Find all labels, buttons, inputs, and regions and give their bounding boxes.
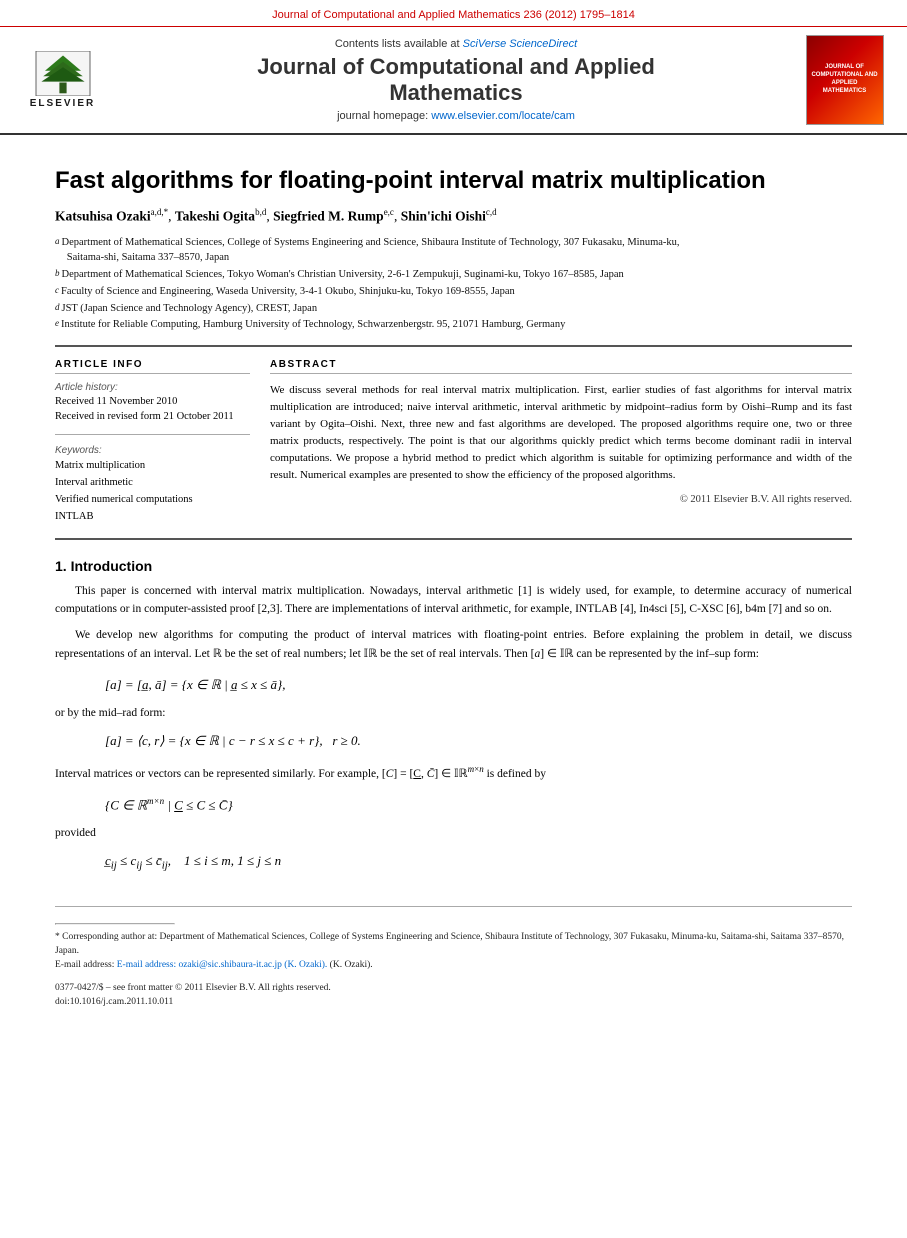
article-info-label: ARTICLE INFO	[55, 359, 250, 374]
authors-line: Katsuhisa Ozakia,d,*, Takeshi Ogitab,d, …	[55, 206, 852, 227]
copyright-line: © 2011 Elsevier B.V. All rights reserved…	[270, 494, 852, 505]
elsevier-logo: ELSEVIER	[20, 45, 105, 115]
abstract-label: ABSTRACT	[270, 359, 852, 374]
journal-title-section: Contents lists available at SciVerse Sci…	[120, 35, 792, 125]
footnote-star: * Corresponding author at: Department of…	[55, 930, 852, 959]
sciverse-link[interactable]: SciVerse ScienceDirect	[463, 38, 578, 50]
cover-text: JOURNAL OFCOMPUTATIONAL ANDAPPLIEDMATHEM…	[811, 64, 877, 95]
footer-section: * Corresponding author at: Department of…	[55, 906, 852, 1009]
intro-para1: This paper is concerned with interval ma…	[55, 582, 852, 619]
intro-para2: We develop new algorithms for computing …	[55, 626, 852, 663]
author-1: Katsuhisa Ozaki	[55, 208, 151, 223]
keywords-label: Keywords:	[55, 445, 250, 456]
elsevier-wordmark: ELSEVIER	[30, 98, 95, 109]
intro-heading: 1. Introduction	[55, 558, 852, 574]
homepage-link[interactable]: www.elsevier.com/locate/cam	[431, 110, 575, 122]
math-midrad: [a] = ⟨c, r⟩ = {x ∈ ℝ | c − r ≤ x ≤ c + …	[105, 729, 852, 752]
author-4: Shin'ichi Oishi	[401, 208, 486, 223]
keyword-2: Interval arithmetic	[55, 475, 250, 492]
cover-image-section: JOURNAL OFCOMPUTATIONAL ANDAPPLIEDMATHEM…	[802, 35, 887, 125]
author-2: Takeshi Ogita	[175, 208, 255, 223]
affil-e: e Institute for Reliable Computing, Hamb…	[55, 317, 852, 333]
top-bar: Journal of Computational and Applied Mat…	[0, 0, 907, 27]
affil-c: c Faculty of Science and Engineering, Wa…	[55, 284, 852, 300]
journal-header: ELSEVIER Contents lists available at Sci…	[0, 27, 907, 135]
main-content: Fast algorithms for floating-point inter…	[0, 135, 907, 1029]
main-separator	[55, 345, 852, 347]
provided-line: provided	[55, 827, 852, 839]
footnote-separator	[55, 923, 175, 925]
or-line: or by the mid–rad form:	[55, 707, 852, 719]
abstract-text: We discuss several methods for real inte…	[270, 382, 852, 484]
article-title: Fast algorithms for floating-point inter…	[55, 167, 852, 196]
author-3: Siegfried M. Rump	[273, 208, 384, 223]
contents-text: Contents lists available at	[335, 38, 463, 50]
tree-icon	[33, 51, 93, 96]
email-link[interactable]: E-mail address: ozaki@sic.shibaura-it.ac…	[117, 960, 328, 970]
keyword-1: Matrix multiplication	[55, 458, 250, 475]
keyword-4: INTLAB	[55, 509, 250, 526]
article-info-col: ARTICLE INFO Article history: Received 1…	[55, 359, 250, 526]
journal-citation: Journal of Computational and Applied Mat…	[272, 9, 635, 21]
sciverse-line: Contents lists available at SciVerse Sci…	[335, 38, 577, 50]
journal-homepage: journal homepage: www.elsevier.com/locat…	[337, 110, 575, 122]
affil-b: b Department of Mathematical Sciences, T…	[55, 267, 852, 283]
info-abstract-section: ARTICLE INFO Article history: Received 1…	[55, 359, 852, 526]
intro-para3: Interval matrices or vectors can be repr…	[55, 762, 852, 783]
keyword-3: Verified numerical computations	[55, 492, 250, 509]
footnote-issn: 0377-0427/$ – see front matter © 2011 El…	[55, 981, 852, 995]
received-1: Received 11 November 2010 Received in re…	[55, 395, 250, 424]
affil-a: a Department of Mathematical Sciences, C…	[55, 235, 852, 267]
info-separator	[55, 434, 250, 435]
math-element: c̲ij ≤ cij ≤ c̄ij, 1 ≤ i ≤ m, 1 ≤ j ≤ n	[105, 849, 852, 876]
affiliations: a Department of Mathematical Sciences, C…	[55, 235, 852, 334]
affil-d: d JST (Japan Science and Technology Agen…	[55, 301, 852, 317]
journal-title: Journal of Computational and Applied Mat…	[257, 54, 655, 107]
journal-cover: JOURNAL OFCOMPUTATIONAL ANDAPPLIEDMATHEM…	[806, 35, 884, 125]
footnote-doi: doi:10.1016/j.cam.2011.10.011	[55, 995, 852, 1009]
footnote-email: E-mail address: E-mail address: ozaki@si…	[55, 958, 852, 972]
math-infsup: [a] = [a̲, ā] = {x ∈ ℝ | a̲ ≤ x ≤ ā},	[105, 673, 852, 696]
body-separator	[55, 538, 852, 540]
logo-section: ELSEVIER	[20, 35, 110, 125]
abstract-col: ABSTRACT We discuss several methods for …	[270, 359, 852, 526]
history-label: Article history:	[55, 382, 250, 393]
math-set: {C ∈ ℝm×n | C ≤ C ≤ C̄}	[105, 793, 852, 817]
